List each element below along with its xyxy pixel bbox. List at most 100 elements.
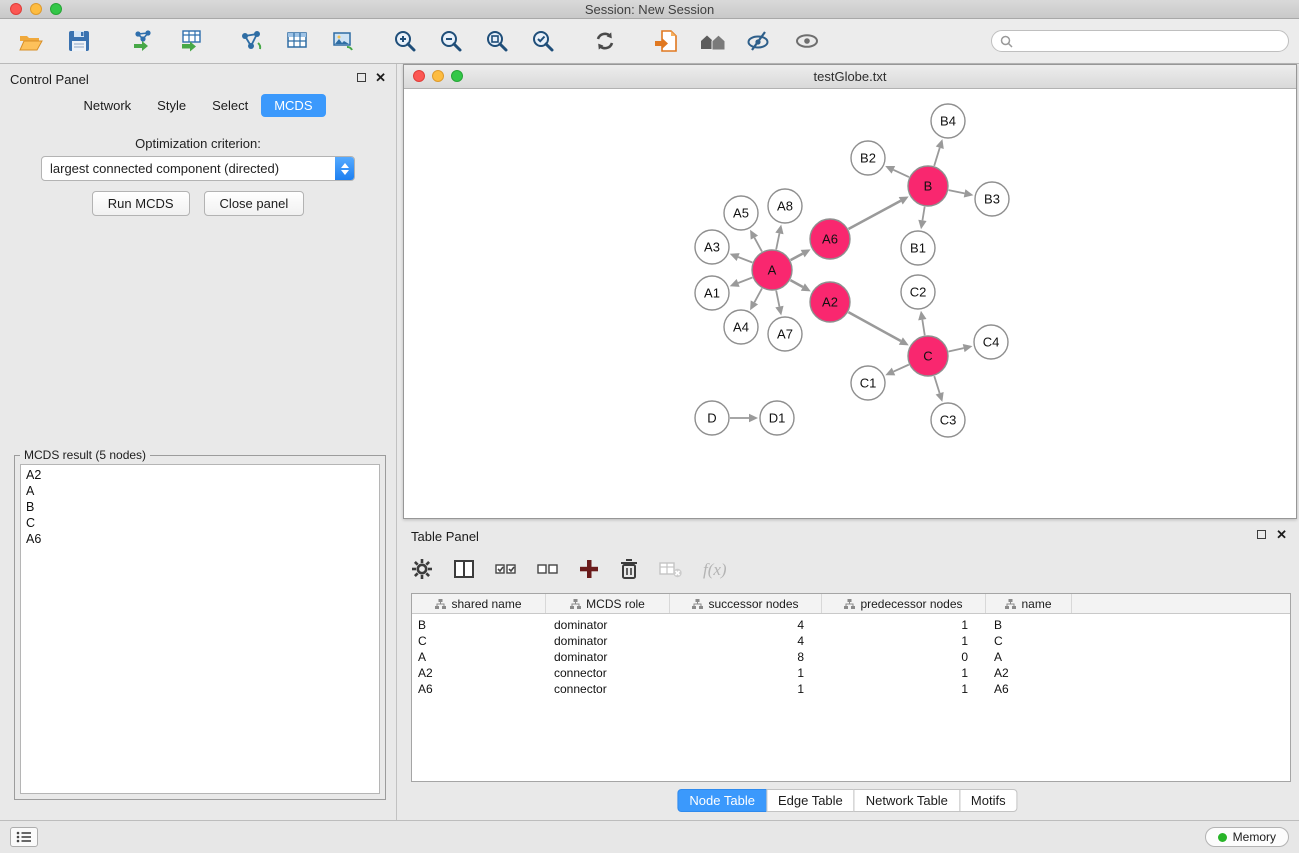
edge-A-A8[interactable] <box>775 225 783 250</box>
table-cell[interactable]: 1 <box>670 682 822 696</box>
table-cell[interactable]: A <box>412 650 546 664</box>
result-item[interactable]: A2 <box>21 467 379 483</box>
node-A[interactable]: A <box>752 250 792 290</box>
table-cell[interactable]: C <box>412 634 546 648</box>
network-canvas-svg[interactable]: B4B2BB3A5A8A6B1A3AC2A1A2A4A7C4CC1C3DD1 <box>404 89 1296 518</box>
new-table-button[interactable] <box>280 24 314 58</box>
node-A4[interactable]: A4 <box>724 310 758 344</box>
result-item[interactable]: C <box>21 515 379 531</box>
table-row[interactable]: Adominator80A <box>412 649 1290 665</box>
column-header-predecessor-nodes[interactable]: predecessor nodes <box>822 594 986 613</box>
mcds-result-list[interactable]: A2ABCA6 <box>20 464 380 794</box>
node-D[interactable]: D <box>695 401 729 435</box>
table-cell[interactable]: A6 <box>986 682 1072 696</box>
column-header-successor-nodes[interactable]: successor nodes <box>670 594 822 613</box>
edge-A-A7[interactable] <box>775 291 783 316</box>
close-table-panel-icon[interactable]: ✕ <box>1276 529 1287 540</box>
edge-A-A1[interactable] <box>730 278 753 287</box>
edge-A-A4[interactable] <box>750 288 762 310</box>
node-B1[interactable]: B1 <box>901 231 935 265</box>
open-file-button[interactable] <box>650 24 684 58</box>
tab-edge-table[interactable]: Edge Table <box>766 789 855 812</box>
node-C1[interactable]: C1 <box>851 366 885 400</box>
unselect-all-columns-button[interactable] <box>537 562 559 579</box>
run-mcds-button[interactable]: Run MCDS <box>92 191 190 216</box>
table-cell[interactable]: dominator <box>546 618 670 632</box>
search-input[interactable] <box>1018 34 1280 48</box>
table-row[interactable]: A2connector11A2 <box>412 665 1290 681</box>
task-history-button[interactable] <box>10 827 38 847</box>
edge-B-B3[interactable] <box>949 189 974 197</box>
table-cell[interactable]: C <box>986 634 1072 648</box>
node-A8[interactable]: A8 <box>768 189 802 223</box>
toggle-graphics-details-button[interactable] <box>742 24 776 58</box>
result-item[interactable]: A6 <box>21 531 379 547</box>
minimize-network-window-button[interactable] <box>432 70 444 82</box>
new-network-button[interactable] <box>234 24 268 58</box>
table-cell[interactable]: dominator <box>546 634 670 648</box>
close-window-button[interactable] <box>10 3 22 15</box>
edge-C-C2[interactable] <box>918 311 926 335</box>
table-cell[interactable]: 0 <box>822 650 986 664</box>
edge-C-C3[interactable] <box>934 376 943 402</box>
tab-motifs[interactable]: Motifs <box>959 789 1018 812</box>
float-table-panel-icon[interactable] <box>1257 530 1266 539</box>
edge-A6-B[interactable] <box>848 196 908 229</box>
edge-A-A6[interactable] <box>791 249 811 260</box>
edge-A-A3[interactable] <box>730 253 753 262</box>
tab-mcds[interactable]: MCDS <box>261 94 325 117</box>
memory-button[interactable]: Memory <box>1205 827 1289 847</box>
table-cell[interactable]: 1 <box>670 666 822 680</box>
float-panel-icon[interactable] <box>357 73 366 82</box>
open-session-button[interactable] <box>14 24 48 58</box>
table-cell[interactable]: dominator <box>546 650 670 664</box>
import-table-button[interactable] <box>174 24 208 58</box>
result-item[interactable]: A <box>21 483 379 499</box>
save-session-button[interactable] <box>62 24 96 58</box>
column-header-shared-name[interactable]: shared name <box>412 594 546 613</box>
node-B4[interactable]: B4 <box>931 104 965 138</box>
create-column-button[interactable] <box>579 559 599 582</box>
node-A2[interactable]: A2 <box>810 282 850 322</box>
tab-style[interactable]: Style <box>144 94 199 117</box>
table-cell[interactable]: 1 <box>822 634 986 648</box>
edge-C-C4[interactable] <box>948 344 972 352</box>
table-cell[interactable]: connector <box>546 682 670 696</box>
zoom-out-button[interactable] <box>434 24 468 58</box>
export-image-button[interactable] <box>326 24 360 58</box>
node-C[interactable]: C <box>908 336 948 376</box>
close-panel-button[interactable]: Close panel <box>204 191 305 216</box>
edge-B-B1[interactable] <box>918 207 926 230</box>
refresh-button[interactable] <box>588 24 622 58</box>
table-row[interactable]: A6connector11A6 <box>412 681 1290 697</box>
tab-select[interactable]: Select <box>199 94 261 117</box>
zoom-network-window-button[interactable] <box>451 70 463 82</box>
edge-D-D1[interactable] <box>730 414 758 422</box>
edge-B-B4[interactable] <box>934 139 944 166</box>
table-cell[interactable]: B <box>986 618 1072 632</box>
edge-A-A2[interactable] <box>790 280 810 291</box>
select-all-columns-button[interactable] <box>495 562 517 579</box>
node-C3[interactable]: C3 <box>931 403 965 437</box>
tab-node-table[interactable]: Node Table <box>677 789 767 812</box>
close-panel-icon[interactable]: ✕ <box>375 72 386 83</box>
node-B[interactable]: B <box>908 166 948 206</box>
close-network-window-button[interactable] <box>413 70 425 82</box>
node-C2[interactable]: C2 <box>901 275 935 309</box>
table-cell[interactable]: connector <box>546 666 670 680</box>
zoom-fit-button[interactable] <box>480 24 514 58</box>
table-cell[interactable]: 8 <box>670 650 822 664</box>
table-cell[interactable]: A6 <box>412 682 546 696</box>
table-cell[interactable]: 4 <box>670 634 822 648</box>
table-cell[interactable]: 1 <box>822 666 986 680</box>
table-cell[interactable]: 1 <box>822 682 986 696</box>
fullscreen-window-button[interactable] <box>50 3 62 15</box>
column-header-name[interactable]: name <box>986 594 1072 613</box>
zoom-selected-button[interactable] <box>526 24 560 58</box>
table-cell[interactable]: 1 <box>822 618 986 632</box>
node-B3[interactable]: B3 <box>975 182 1009 216</box>
node-D1[interactable]: D1 <box>760 401 794 435</box>
node-A7[interactable]: A7 <box>768 317 802 351</box>
table-row[interactable]: Cdominator41C <box>412 633 1290 649</box>
edge-A2-C[interactable] <box>848 312 908 345</box>
